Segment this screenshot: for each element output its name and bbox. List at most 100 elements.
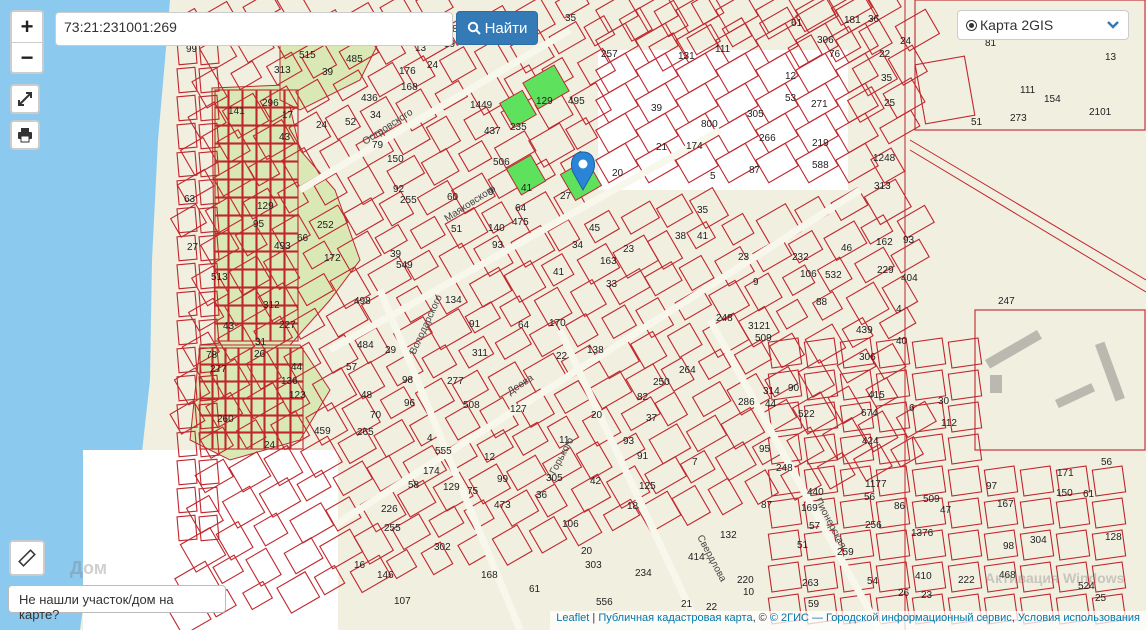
fullscreen-button[interactable]	[10, 84, 40, 114]
find-button-label: Найти	[484, 19, 528, 37]
parcel-number-label: 112	[941, 418, 957, 429]
parcel-number-label: 41	[521, 183, 533, 194]
fullscreen-icon	[18, 92, 32, 106]
measure-button[interactable]	[9, 540, 45, 576]
parcel-number-label: 306	[859, 352, 876, 363]
parcel-number-label: 111	[715, 44, 731, 55]
parcel-number-label: 64	[518, 320, 530, 331]
parcel-number-label: 508	[463, 400, 480, 411]
parcel-number-label: 35	[697, 205, 709, 216]
parcel-number-label: 229	[877, 265, 894, 276]
parcel-number-label: 127	[510, 404, 527, 415]
parcel-number-label: 252	[317, 220, 334, 231]
parcel-number-label: 172	[324, 253, 341, 264]
parcel-number-label: 1177	[865, 479, 887, 490]
parcel-number-label: 162	[876, 237, 893, 248]
parcel-number-label: 174	[423, 466, 440, 477]
parcel-number-label: 437	[484, 126, 501, 137]
parcel-number-label: 232	[792, 252, 809, 263]
parcel-number-label: 306	[817, 35, 834, 46]
parcel-number-label: 82	[637, 392, 649, 403]
parcel-number-label: 93	[492, 240, 504, 251]
parcel-number-label: 106	[800, 269, 817, 280]
parcel-number-label: 78	[206, 350, 218, 361]
not-found-button[interactable]: Не нашли участок/дом на карте?	[8, 585, 226, 622]
parcel-number-label: 70	[370, 410, 382, 421]
parcel-number-label: 36	[868, 14, 880, 25]
layer-select-label: Карта 2GIS	[980, 17, 1054, 33]
parcel-number-label: 38	[675, 231, 687, 242]
parcel-number-label: 277	[447, 376, 464, 387]
zoom-out-button[interactable]: −	[12, 43, 42, 73]
parcel-number-label: 163	[600, 256, 617, 267]
parcel-number-label: 168	[481, 570, 498, 581]
parcel-number-label: 36	[536, 490, 548, 501]
attribution-separator: , ©	[752, 612, 770, 624]
search-input[interactable]: 73:21:231001:269	[55, 12, 453, 46]
parcel-number-label: 45	[589, 223, 601, 234]
parcel-number-label: 39	[322, 67, 334, 78]
cadastral-link[interactable]: Публичная кадастровая карта	[598, 612, 752, 624]
parcel-number-label: 92	[393, 184, 405, 195]
parcel-number-label: 220	[737, 575, 754, 586]
parcel-number-label: 39	[651, 103, 663, 114]
parcel-number-label: 123	[289, 390, 306, 401]
parcel-number-label: 61	[1083, 489, 1095, 500]
zoom-in-button[interactable]: +	[12, 12, 42, 43]
terms-link[interactable]: Условия использования	[1018, 612, 1140, 624]
parcel-number-label: 167	[997, 499, 1014, 510]
parcel-number-label: 58	[408, 480, 420, 491]
parcel-number-label: 168	[401, 82, 418, 93]
parcel-number-label: 76	[829, 49, 841, 60]
parcel-number-label: 44	[765, 399, 777, 410]
parcel-number-label: 222	[958, 575, 975, 586]
2gis-link[interactable]: © 2ГИС — Городской информационный сервис	[770, 612, 1012, 624]
parcel-number-label: 91	[469, 319, 481, 330]
windows-watermark: Активация Windows	[985, 570, 1125, 586]
parcel-number-label: 273	[1010, 113, 1027, 124]
parcel-number-label: 265	[357, 427, 374, 438]
print-button[interactable]	[10, 120, 40, 150]
parcel-number-label: 93	[903, 235, 915, 246]
watermark-logo: Дом	[70, 558, 108, 578]
find-button[interactable]: Найти	[456, 11, 538, 45]
parcel-number-label: 439	[856, 325, 873, 336]
parcel-number-label: 10	[743, 587, 755, 598]
layer-select[interactable]: Карта 2GIS	[957, 10, 1129, 40]
parcel-number-label: 26	[898, 588, 910, 599]
parcel-number-label: 4	[427, 433, 433, 444]
parcel-number-label: 302	[434, 542, 451, 553]
printer-icon	[18, 128, 32, 143]
parcel-number-label: 125	[639, 481, 656, 492]
parcel-number-label: 88	[816, 297, 828, 308]
leaflet-link[interactable]: Leaflet	[556, 612, 589, 624]
parcel-number-label: 12	[484, 452, 496, 463]
parcel-number-label: 51	[451, 224, 463, 235]
parcel-number-label: 436	[361, 93, 378, 104]
parcel-number-label: 23	[623, 244, 635, 255]
parcel-number-label: 3121	[748, 321, 771, 332]
parcel-number-label: 91	[637, 451, 649, 462]
parcel-number-label: 48	[361, 390, 373, 401]
parcel-number-label: 485	[346, 54, 363, 65]
parcel-number-label: 227	[279, 320, 296, 331]
ruler-icon	[18, 549, 36, 567]
parcel-number-label: 24	[264, 440, 276, 451]
parcel-number-label: 35	[565, 13, 577, 24]
parcel-number-label: 97	[986, 481, 998, 492]
parcel-number-label: 60	[447, 192, 459, 203]
parcel-number-label: 247	[998, 296, 1015, 307]
parcel-number-label: 271	[811, 99, 828, 110]
parcel-number-label: 95	[253, 219, 265, 230]
parcel-number-label: 129	[257, 201, 274, 212]
parcel-number-label: 31	[255, 337, 267, 348]
parcel-number-label: 549	[396, 260, 413, 271]
parcel-number-label: 34	[370, 110, 382, 121]
parcel-number-label: 23	[921, 590, 933, 601]
parcel-number-label: 493	[274, 241, 291, 252]
parcel-number-label: 475	[512, 217, 529, 228]
cadastral-map[interactable]: 3061327137676910296312313304305250248708…	[0, 0, 1146, 630]
parcel-number-label: 47	[940, 505, 952, 516]
parcel-number-label: 98	[1003, 541, 1015, 552]
parcel-number-label: 498	[354, 296, 371, 307]
